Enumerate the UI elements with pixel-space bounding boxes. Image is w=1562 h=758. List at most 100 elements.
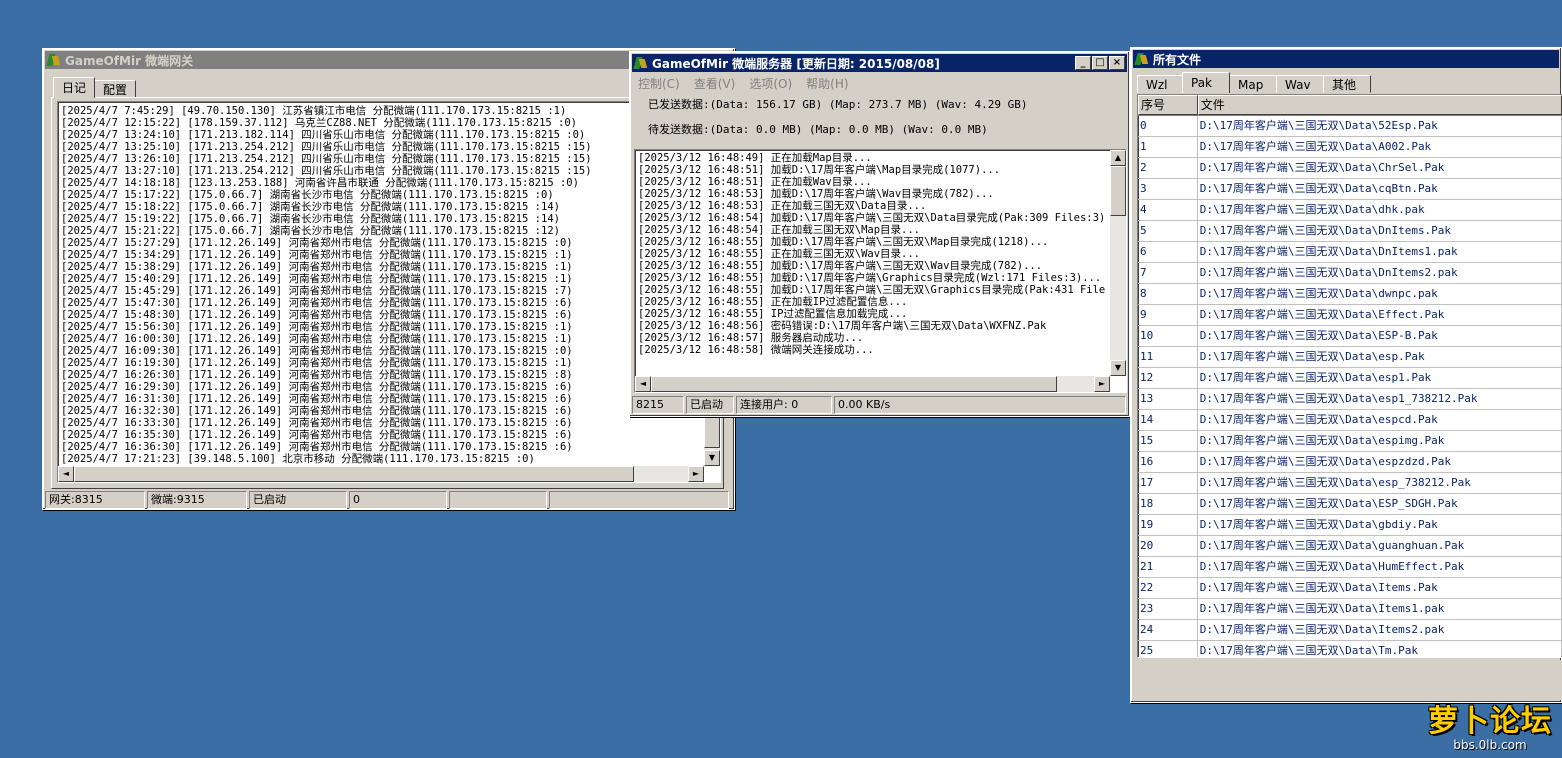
cell-file-path: D:\17周年客户端\三国无双\Data\espimg.Pak: [1198, 431, 1562, 451]
files-titlebar[interactable]: 所有文件: [1133, 50, 1559, 68]
tab-map[interactable]: Map: [1229, 75, 1277, 93]
server-log-box: [2025/3/12 16:48:49] 正在加载Map目录... [2025/3…: [634, 149, 1127, 393]
cell-file-path: D:\17周年客户端\三国无双\Data\dwnpc.pak: [1198, 284, 1562, 304]
tab-other[interactable]: 其他: [1323, 75, 1371, 93]
table-row[interactable]: 22 D:\17周年客户端\三国无双\Data\Items.Pak: [1138, 578, 1562, 599]
log-line: [2025/3/12 16:48:51] 加载D:\17周年客户端\Map目录完…: [638, 164, 1001, 176]
table-row[interactable]: 7 D:\17周年客户端\三国无双\Data\DnItems2.pak: [1138, 263, 1562, 284]
gateway-tabs: 日记 配置: [53, 77, 137, 98]
col-file-header[interactable]: 文件: [1197, 95, 1562, 115]
table-row[interactable]: 19 D:\17周年客户端\三国无双\Data\gbdiy.Pak: [1138, 515, 1562, 536]
cell-file-path: D:\17周年客户端\三国无双\Data\ChrSel.Pak: [1198, 158, 1562, 178]
table-row[interactable]: 15 D:\17周年客户端\三国无双\Data\espimg.Pak: [1138, 431, 1562, 452]
scroll-down-icon[interactable]: ▼: [1110, 360, 1126, 376]
server-vscroll[interactable]: ▲ ▼: [1110, 150, 1126, 376]
table-row[interactable]: 6 D:\17周年客户端\三国无双\Data\DnItems1.pak: [1138, 242, 1562, 263]
cell-index: 1: [1138, 137, 1198, 157]
table-row[interactable]: 23 D:\17周年客户端\三国无双\Data\Items1.pak: [1138, 599, 1562, 620]
cell-index: 15: [1138, 431, 1198, 451]
scroll-right-icon[interactable]: ►: [1094, 376, 1110, 392]
table-row[interactable]: 11 D:\17周年客户端\三国无双\Data\esp.Pak: [1138, 347, 1562, 368]
cell-index: 25: [1138, 641, 1198, 657]
table-row[interactable]: 0 D:\17周年客户端\三国无双\Data\52Esp.Pak: [1138, 116, 1562, 137]
cell-index: 0: [1138, 116, 1198, 136]
table-row[interactable]: 2 D:\17周年客户端\三国无双\Data\ChrSel.Pak: [1138, 158, 1562, 179]
table-row[interactable]: 10 D:\17周年客户端\三国无双\Data\ESP-B.Pak: [1138, 326, 1562, 347]
log-line: [2025/4/7 15:21:22] [175.0.66.7] 湖南省长沙市电…: [61, 225, 560, 237]
scroll-up-icon[interactable]: ▲: [1110, 150, 1126, 166]
forum-watermark: 萝卜论坛 bbs.0lb.com: [1428, 706, 1552, 753]
log-line: [2025/4/7 16:33:30] [171.12.26.149] 河南省郑…: [61, 417, 573, 429]
table-row[interactable]: 21 D:\17周年客户端\三国无双\Data\HumEffect.Pak: [1138, 557, 1562, 578]
menu-view[interactable]: 查看(V): [694, 75, 736, 92]
watermark-url: bbs.0lb.com: [1453, 738, 1527, 752]
table-row[interactable]: 14 D:\17周年客户端\三国无双\Data\espcd.Pak: [1138, 410, 1562, 431]
scroll-thumb[interactable]: [74, 466, 634, 482]
cell-index: 6: [1138, 242, 1198, 262]
cell-index: 12: [1138, 368, 1198, 388]
cell-file-path: D:\17周年客户端\三国无双\Data\52Esp.Pak: [1198, 116, 1562, 136]
log-line: [2025/3/12 16:48:55] 加载D:\17周年客户端\三国无双\W…: [638, 260, 1043, 272]
table-row[interactable]: 8 D:\17周年客户端\三国无双\Data\dwnpc.pak: [1138, 284, 1562, 305]
log-line: [2025/4/7 12:15:22] [178.159.37.112] 乌克兰…: [61, 117, 578, 129]
log-line: [2025/4/7 14:18:18] [123.13.253.188] 河南省…: [61, 177, 579, 189]
tab-log[interactable]: 日记: [53, 77, 96, 98]
cell-file-path: D:\17周年客户端\三国无双\Data\esp.Pak: [1198, 347, 1562, 367]
table-row[interactable]: 5 D:\17周年客户端\三国无双\Data\DnItems.Pak: [1138, 221, 1562, 242]
menu-help[interactable]: 帮助(H): [806, 75, 848, 92]
scroll-left-icon[interactable]: ◄: [635, 376, 651, 392]
log-line: [2025/4/7 15:19:22] [175.0.66.7] 湖南省长沙市电…: [61, 213, 560, 225]
log-line: [2025/3/12 16:48:55] 正在加载IP过滤配置信息...: [638, 296, 908, 308]
col-index-header[interactable]: 序号: [1138, 95, 1198, 115]
close-icon[interactable]: ×: [1109, 56, 1125, 70]
tab-config[interactable]: 配置: [94, 80, 137, 98]
log-line: [2025/4/7 15:47:30] [171.12.26.149] 河南省郑…: [61, 297, 573, 309]
server-titlebar[interactable]: GameOfMir 微端服务器 [更新日期: 2015/08/08] _ □ ×: [632, 54, 1127, 72]
table-row[interactable]: 16 D:\17周年客户端\三国无双\Data\espzdzd.Pak: [1138, 452, 1562, 473]
table-row[interactable]: 13 D:\17周年客户端\三国无双\Data\esp1_738212.Pak: [1138, 389, 1562, 410]
sent-data-label: 已发送数据:(Data: 156.17 GB) (Map: 273.7 MB) …: [648, 98, 1028, 111]
tab-wzl[interactable]: Wzl: [1137, 75, 1183, 93]
gateway-log-box: [2025/4/7 7:45:29] [49.70.150.130] 江苏省镇江…: [57, 101, 721, 483]
menu-control[interactable]: 控制(C): [638, 75, 680, 92]
scroll-right-icon[interactable]: ►: [688, 466, 704, 482]
tab-wav[interactable]: Wav: [1276, 75, 1324, 93]
scroll-thumb[interactable]: [651, 376, 1057, 392]
table-row[interactable]: 9 D:\17周年客户端\三国无双\Data\Effect.Pak: [1138, 305, 1562, 326]
minimize-icon[interactable]: _: [1075, 56, 1091, 70]
table-row[interactable]: 20 D:\17周年客户端\三国无双\Data\guanghuan.Pak: [1138, 536, 1562, 557]
table-row[interactable]: 24 D:\17周年客户端\三国无双\Data\Items2.pak: [1138, 620, 1562, 641]
tab-pak[interactable]: Pak: [1182, 72, 1230, 93]
scroll-left-icon[interactable]: ◄: [58, 466, 74, 482]
log-line: [2025/3/12 16:48:49] 正在加载Map目录...: [638, 152, 872, 164]
cell-file-path: D:\17周年客户端\三国无双\Data\espzdzd.Pak: [1198, 452, 1562, 472]
app-icon: [46, 53, 61, 67]
cell-file-path: D:\17周年客户端\三国无双\Data\DnItems.Pak: [1198, 221, 1562, 241]
cell-index: 2: [1138, 158, 1198, 178]
table-row[interactable]: 4 D:\17周年客户端\三国无双\Data\dhk.pak: [1138, 200, 1562, 221]
cell-index: 20: [1138, 536, 1198, 556]
cell-file-path: D:\17周年客户端\三国无双\Data\ESP-B.Pak: [1198, 326, 1562, 346]
cell-file-path: D:\17周年客户端\三国无双\Data\esp1.Pak: [1198, 368, 1562, 388]
gateway-hscroll[interactable]: ◄ ►: [58, 466, 704, 482]
table-row[interactable]: 17 D:\17周年客户端\三国无双\Data\esp_738212.Pak: [1138, 473, 1562, 494]
log-line: [2025/4/7 15:18:22] [175.0.66.7] 湖南省长沙市电…: [61, 201, 560, 213]
table-row[interactable]: 1 D:\17周年客户端\三国无双\Data\A002.Pak: [1138, 137, 1562, 158]
cell-index: 13: [1138, 389, 1198, 409]
files-grid: 序号 文件 0 D:\17周年客户端\三国无双\Data\52Esp.Pak 1 D:…: [1137, 94, 1562, 658]
files-title: 所有文件: [1153, 52, 1202, 67]
scroll-down-icon[interactable]: ▼: [704, 450, 720, 466]
table-row[interactable]: 18 D:\17周年客户端\三国无双\Data\ESP_SDGH.Pak: [1138, 494, 1562, 515]
cell-index: 21: [1138, 557, 1198, 577]
log-line: [2025/3/12 16:48:57] 服务器启动成功...: [638, 332, 864, 344]
cell-file-path: D:\17周年客户端\三国无双\Data\ESP_SDGH.Pak: [1198, 494, 1562, 514]
table-row[interactable]: 25 D:\17周年客户端\三国无双\Data\Tm.Pak: [1138, 641, 1562, 657]
cell-index: 7: [1138, 263, 1198, 283]
log-line: [2025/4/7 16:32:30] [171.12.26.149] 河南省郑…: [61, 405, 573, 417]
table-row[interactable]: 12 D:\17周年客户端\三国无双\Data\esp1.Pak: [1138, 368, 1562, 389]
server-hscroll[interactable]: ◄ ►: [635, 376, 1110, 392]
menu-options[interactable]: 选项(O): [749, 75, 792, 92]
scroll-thumb[interactable]: [1110, 166, 1126, 216]
table-row[interactable]: 3 D:\17周年客户端\三国无双\Data\cqBtn.Pak: [1138, 179, 1562, 200]
maximize-icon[interactable]: □: [1092, 56, 1108, 70]
